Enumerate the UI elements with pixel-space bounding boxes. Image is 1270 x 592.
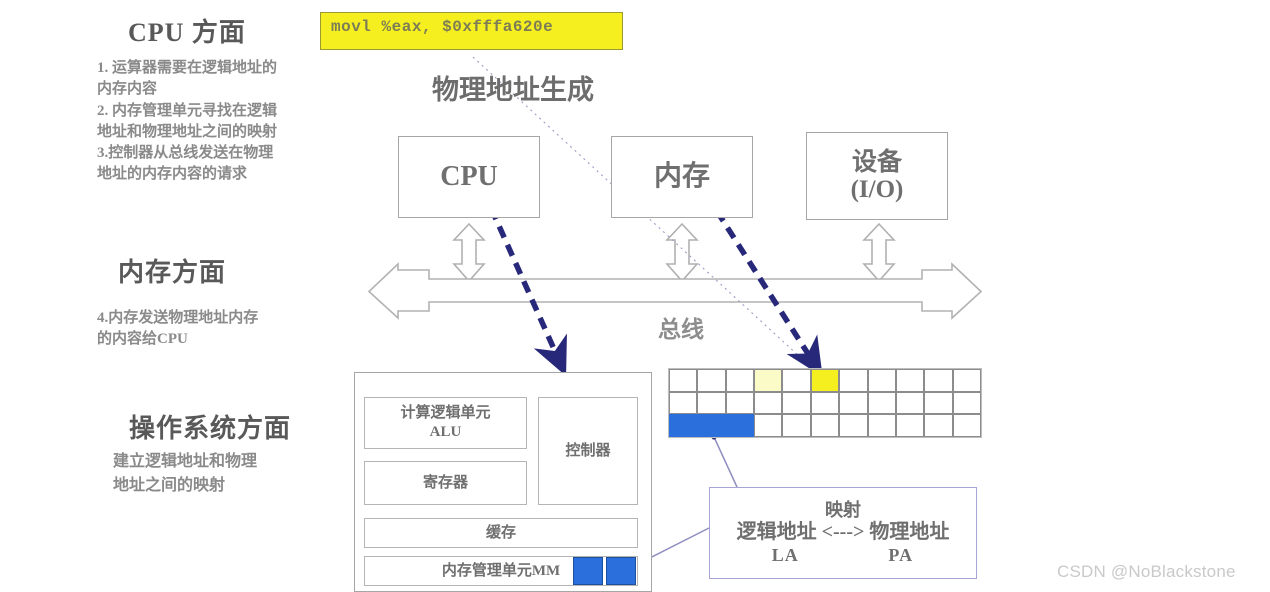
memory-cell-r2-c5 xyxy=(810,414,840,437)
memory-cell-r0-c1 xyxy=(697,369,726,392)
watermark: CSDN @NoBlackstone xyxy=(1057,562,1236,581)
hardware-box-memory-label: 内存 xyxy=(653,160,710,192)
mapping-abbrev-la: LA xyxy=(771,545,799,566)
alu-label-en: ALU xyxy=(429,424,462,440)
section-body-cpu-aspect: 1. 运算器需要在逻辑地址的 内存内容 2. 内存管理单元寻找在逻辑 地址和物理… xyxy=(97,60,278,183)
bus-connector-device xyxy=(862,222,896,283)
memory-cell-r2-c7 xyxy=(867,414,896,437)
bus-connector-cpu xyxy=(452,222,486,283)
memory-cell-r1-c4 xyxy=(782,391,811,415)
section-title-os-aspect: 操作系统方面 xyxy=(129,414,292,443)
memory-cell-r0-c0 xyxy=(669,369,698,392)
cpu-internals-registers: 寄存器 xyxy=(364,461,527,505)
memory-cell-r2-c4 xyxy=(782,414,811,437)
hardware-box-memory: 内存 xyxy=(611,136,753,218)
memory-cell-r1-c1 xyxy=(697,391,726,415)
alu-label-cn: 计算逻辑单元 xyxy=(400,405,491,422)
registers-label: 寄存器 xyxy=(422,474,468,491)
mapping-abbrev-pa: PA xyxy=(888,545,914,566)
section-body-memory-aspect: 4.内存发送物理地址内存 的内容给CPU xyxy=(97,310,259,348)
memory-cell-r0-c8 xyxy=(895,369,925,392)
main-caption: 物理地址生成 xyxy=(432,75,594,105)
mapping-leader-to-memory xyxy=(713,436,738,488)
address-mapping-box: 映射 逻辑地址 <---> 物理地址 LA PA xyxy=(709,487,977,579)
memory-to-memory-grid-arrow xyxy=(703,192,823,377)
section-title-cpu-aspect: CPU 方面 xyxy=(128,18,246,47)
memory-cell-r0-c9 xyxy=(924,369,953,392)
memory-cell-r1-c7 xyxy=(867,391,896,415)
mapping-title: 映射 xyxy=(825,499,861,520)
memory-cell-r2-c6 xyxy=(839,414,868,437)
memory-cell-r1-c3 xyxy=(754,391,783,415)
memory-cell-r1-c2 xyxy=(725,391,755,415)
memory-cell-r2-c9 xyxy=(924,414,953,437)
memory-cell-r2-c2 xyxy=(725,414,755,437)
memory-cell-r2-c0 xyxy=(669,414,698,437)
cpu-internals-panel: 计算逻辑单元 ALU 寄存器 控制器 缓存 内存管理单元MM xyxy=(354,372,652,592)
memory-cell-r2-c1 xyxy=(697,414,726,437)
memory-cell-r0-c5 xyxy=(810,369,840,392)
hardware-box-cpu-label: CPU xyxy=(440,160,498,192)
mmu-label: 内存管理单元MM xyxy=(441,562,561,579)
hardware-box-device-label: 设备 xyxy=(851,149,902,176)
memory-cell-r0-c4 xyxy=(782,369,811,392)
memory-cell-r1-c6 xyxy=(839,391,868,415)
memory-grid xyxy=(668,368,982,438)
cpu-internals-alu: 计算逻辑单元 ALU xyxy=(364,397,527,449)
memory-cell-r0-c6 xyxy=(839,369,868,392)
mmu-entry-square-1 xyxy=(573,557,603,585)
memory-cell-r1-c5 xyxy=(810,391,840,415)
memory-cell-r1-c10 xyxy=(952,391,981,415)
controller-label: 控制器 xyxy=(565,442,611,459)
section-title-memory-aspect: 内存方面 xyxy=(118,258,227,287)
diagram-canvas: CPU 方面 1. 运算器需要在逻辑地址的 内存内容 2. 内存管理单元寻找在逻… xyxy=(0,0,1270,592)
memory-cell-r0-c2 xyxy=(725,369,755,392)
memory-cell-r0-c7 xyxy=(867,369,896,392)
mmu-entry-square-2 xyxy=(606,557,636,585)
mapping-abbrevs: LA PA xyxy=(730,545,956,566)
hardware-box-device: 设备 (I/O) xyxy=(806,132,948,220)
cache-label: 缓存 xyxy=(485,524,516,541)
hardware-box-device-sublabel: (I/O) xyxy=(850,176,904,203)
assembly-instruction-chip: movl %eax, $0xfffa620e xyxy=(320,12,623,50)
hardware-box-cpu: CPU xyxy=(398,136,540,218)
mapping-relation: 逻辑地址 <---> 物理地址 xyxy=(736,521,950,544)
memory-cell-r0-c3 xyxy=(754,369,783,392)
bus-label: 总线 xyxy=(658,317,704,342)
section-body-os-aspect: 建立逻辑地址和物理 地址之间的映射 xyxy=(113,453,258,494)
bus-connector-memory xyxy=(665,222,699,283)
memory-cell-r2-c3 xyxy=(754,414,783,437)
cpu-internals-controller: 控制器 xyxy=(538,397,638,505)
memory-cell-r1-c0 xyxy=(669,391,698,415)
memory-cell-r2-c10 xyxy=(952,414,981,437)
memory-cell-r1-c8 xyxy=(895,391,925,415)
memory-cell-r2-c8 xyxy=(895,414,925,437)
memory-cell-r1-c9 xyxy=(924,391,953,415)
memory-cell-r0-c10 xyxy=(952,369,981,392)
cpu-internals-cache: 缓存 xyxy=(364,518,638,548)
